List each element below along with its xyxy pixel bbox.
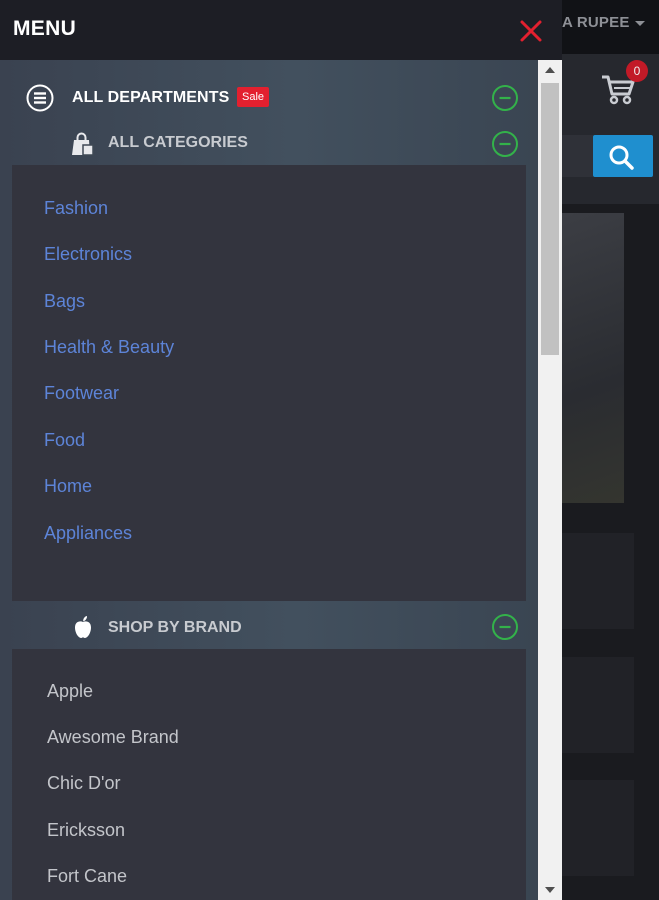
brand-link-apple[interactable]: Apple (47, 681, 93, 702)
product-tile (560, 780, 634, 876)
product-tile (560, 533, 634, 629)
categories-panel: Fashion Electronics Bags Health & Beauty… (12, 165, 526, 601)
currency-selector[interactable]: A RUPEE (562, 14, 645, 31)
all-categories-label[interactable]: ALL CATEGORIES (108, 134, 248, 152)
menu-scrollbar[interactable] (538, 60, 562, 900)
shop-by-brand-row[interactable]: SHOP BY BRAND (0, 603, 538, 649)
apple-icon (72, 615, 94, 639)
close-icon[interactable] (518, 18, 544, 44)
scroll-down-arrow-icon[interactable] (545, 887, 555, 893)
brand-link-awesome-brand[interactable]: Awesome Brand (47, 727, 179, 748)
search-icon (609, 145, 634, 170)
sale-badge: Sale (237, 87, 270, 107)
minus-circle-icon[interactable] (491, 613, 519, 641)
minus-circle-icon[interactable] (491, 130, 519, 158)
menu-header: MENU (0, 0, 562, 60)
scrollbar-thumb[interactable] (541, 83, 559, 355)
category-link-bags[interactable]: Bags (44, 291, 85, 312)
category-link-home[interactable]: Home (44, 476, 92, 497)
all-departments-row[interactable]: ALL DEPARTMENTS Sale ALL CATEGORIES (0, 60, 538, 164)
menu-body: ALL DEPARTMENTS Sale ALL CATEGORIES Fash… (0, 60, 538, 900)
shop-by-brand-label: SHOP BY BRAND (108, 619, 242, 636)
category-link-fashion[interactable]: Fashion (44, 198, 108, 219)
brand-link-ericksson[interactable]: Ericksson (47, 820, 125, 841)
caret-down-icon (634, 20, 645, 26)
search-button[interactable] (593, 135, 653, 177)
brands-panel: Apple Awesome Brand Chic D'or Ericksson … (12, 649, 526, 900)
list-circle-icon (26, 84, 54, 112)
product-tile (560, 657, 634, 753)
minus-circle-icon[interactable] (491, 84, 519, 112)
scroll-up-arrow-icon[interactable] (545, 67, 555, 73)
category-link-electronics[interactable]: Electronics (44, 244, 132, 265)
mobile-menu-drawer: MENU ALL DEPARTMENTS Sale ALL CATEGORIES… (0, 0, 562, 900)
search-input[interactable] (560, 135, 593, 177)
shopping-bag-icon (69, 132, 95, 156)
category-link-health-beauty[interactable]: Health & Beauty (44, 337, 174, 358)
all-departments-label: ALL DEPARTMENTS (72, 89, 230, 106)
category-link-food[interactable]: Food (44, 430, 85, 451)
menu-title: MENU (13, 17, 77, 40)
category-link-appliances[interactable]: Appliances (44, 523, 132, 544)
category-link-footwear[interactable]: Footwear (44, 383, 119, 404)
currency-label: A RUPEE (562, 14, 630, 31)
brand-link-fort-cane[interactable]: Fort Cane (47, 866, 127, 887)
brand-link-chic-dor[interactable]: Chic D'or (47, 773, 120, 794)
cart-count-badge: 0 (626, 60, 648, 82)
hero-banner (560, 213, 624, 503)
